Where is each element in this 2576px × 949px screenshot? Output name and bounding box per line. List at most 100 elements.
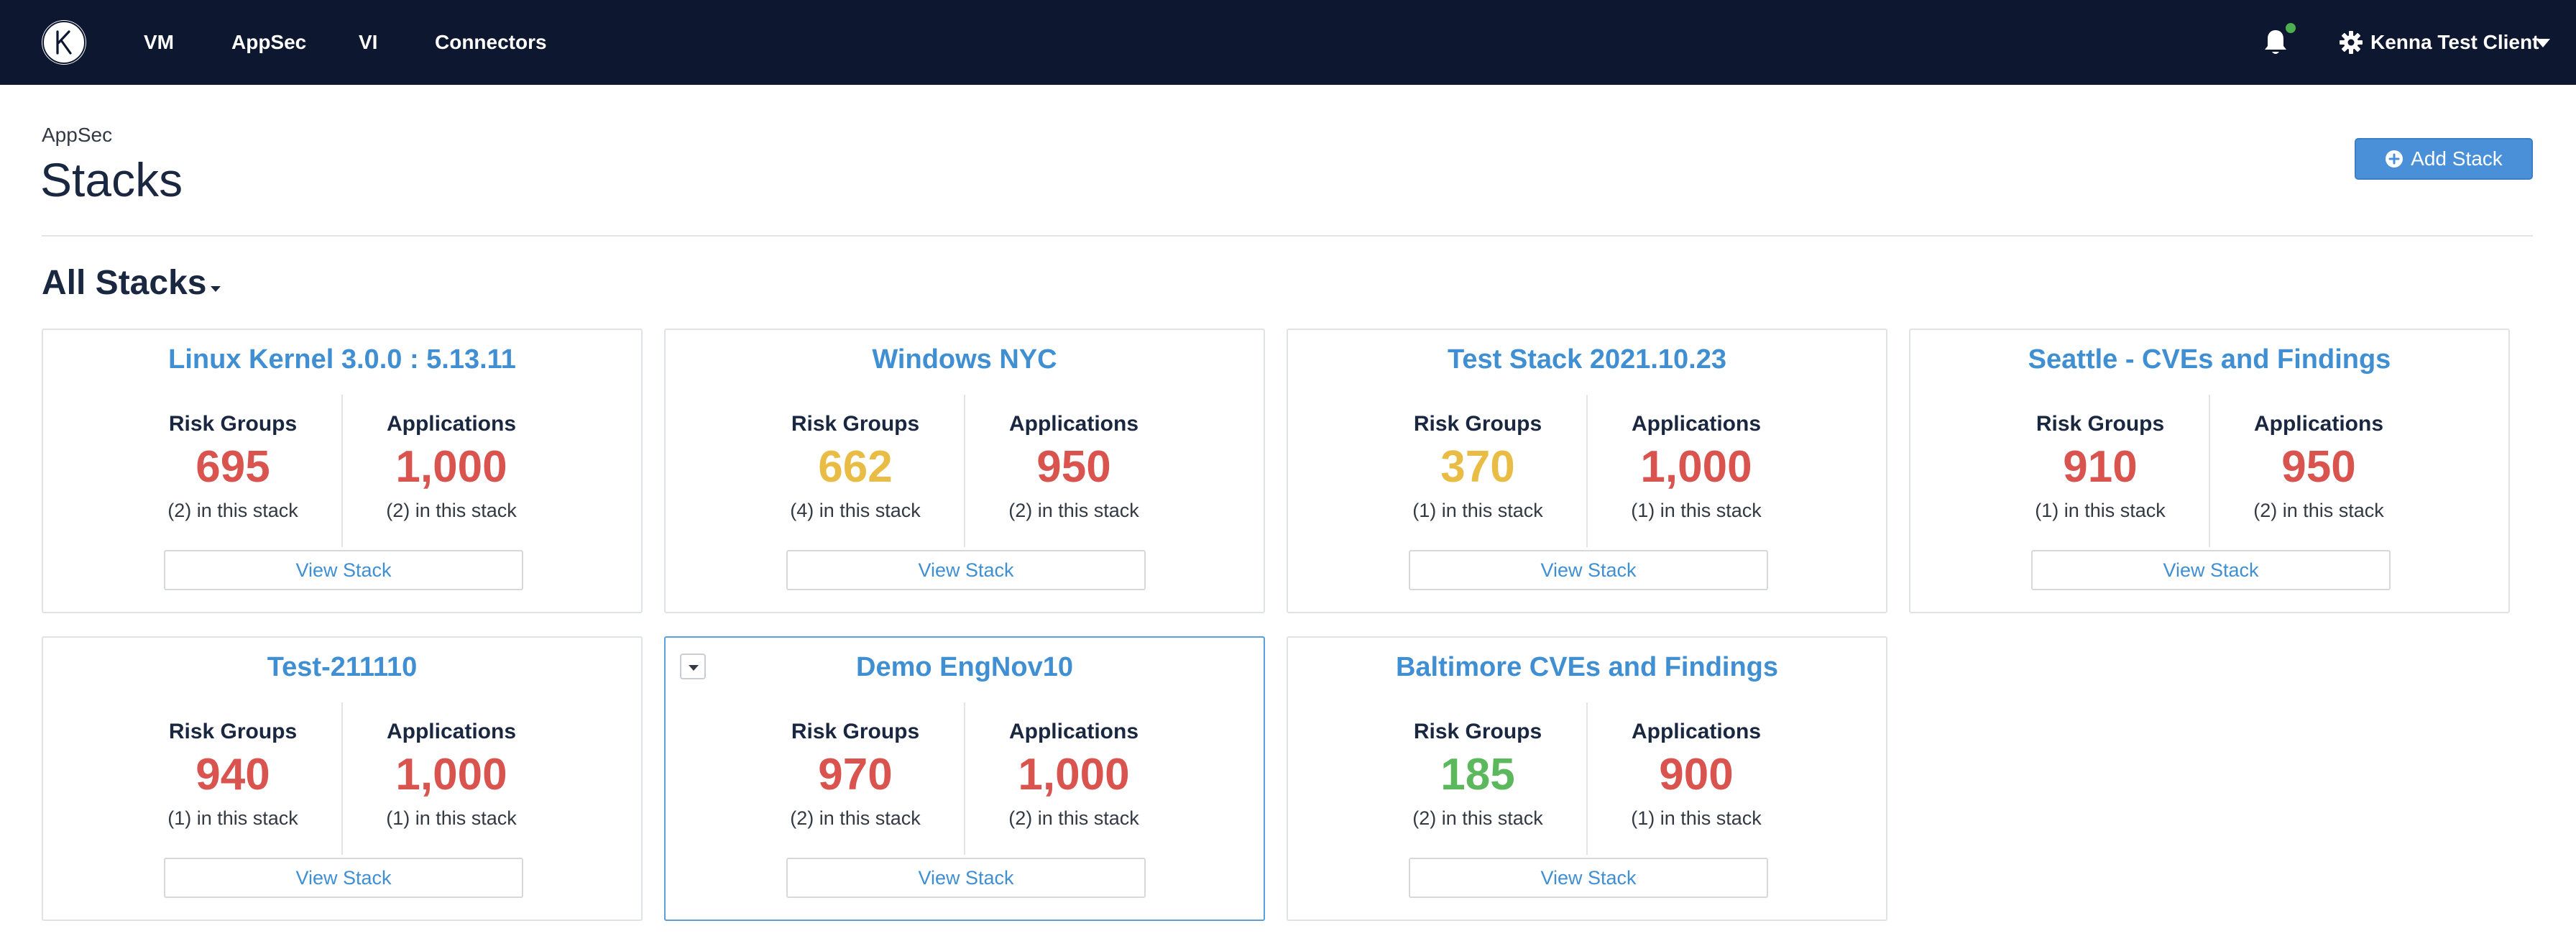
stack-card[interactable]: Seattle - CVEs and Findings Risk Groups 91… [1909,329,2510,613]
applications-label: Applications [1008,720,1138,743]
applications-metric: Applications 1,000 (1) in this stack [1588,412,1804,522]
applications-count: 1,000 [395,750,507,799]
applications-in-stack: (1) in this stack [386,807,517,829]
notification-dot [2286,23,2296,33]
client-name-menu[interactable]: Kenna Test Client [2370,0,2539,85]
risk-groups-count: 940 [196,750,270,799]
applications-metric: Applications 1,000 (1) in this stack [344,720,559,830]
risk-groups-metric: Risk Groups 695 (2) in this stack [125,412,341,522]
risk-groups-label: Risk Groups [2036,412,2165,436]
applications-metric: Applications 1,000 (2) in this stack [344,412,559,522]
stack-title[interactable]: Seattle - CVEs and Findings [1910,344,2508,375]
add-stack-button[interactable]: Add Stack [2355,138,2533,180]
applications-metric: Applications 1,000 (2) in this stack [966,720,1182,830]
applications-count: 1,000 [1018,750,1130,799]
risk-groups-count: 370 [1440,442,1515,492]
view-stack-button[interactable]: View Stack [2031,550,2391,590]
breadcrumb[interactable]: AppSec [42,124,112,147]
page-title: Stacks [40,153,183,206]
risk-groups-count: 970 [818,750,893,799]
risk-groups-count: 910 [2063,442,2138,492]
nav-item-connectors[interactable]: Connectors [435,0,547,85]
risk-groups-label: Risk Groups [791,720,920,743]
risk-groups-label: Risk Groups [1413,412,1542,436]
stack-title[interactable]: Windows NYC [666,344,1264,375]
applications-in-stack: (2) in this stack [386,500,517,521]
nav-item-appsec[interactable]: AppSec [231,0,306,85]
gear-icon[interactable] [2339,30,2363,55]
header-divider [42,235,2533,237]
risk-groups-metric: Risk Groups 662 (4) in this stack [748,412,963,522]
risk-groups-label: Risk Groups [168,720,298,743]
metric-divider [341,395,343,547]
risk-groups-metric: Risk Groups 970 (2) in this stack [748,720,963,830]
applications-count: 950 [1036,442,1111,492]
dropdown-caret-icon[interactable] [211,286,221,292]
applications-count: 900 [1659,750,1734,799]
stack-card[interactable]: Linux Kernel 3.0.0 : 5.13.11 Risk Groups 6… [42,329,643,613]
applications-label: Applications [386,412,516,436]
metric-divider [1586,702,1588,855]
applications-in-stack: (2) in this stack [1008,807,1139,829]
stack-card[interactable]: Test Stack 2021.10.23 Risk Groups 370 (1) i… [1287,329,1887,613]
view-stack-button[interactable]: View Stack [1409,858,1768,898]
view-stack-button[interactable]: View Stack [1409,550,1768,590]
applications-label: Applications [1631,720,1761,743]
risk-groups-count: 695 [196,442,270,492]
risk-groups-metric: Risk Groups 370 (1) in this stack [1370,412,1586,522]
stack-title[interactable]: Linux Kernel 3.0.0 : 5.13.11 [43,344,641,375]
risk-groups-count: 185 [1440,750,1515,799]
top-navbar: VM AppSec VI Connectors Kenna Test Clien… [0,0,2576,85]
stack-card[interactable]: Demo EngNov10 Risk Groups 970 (2) in this s… [664,636,1265,921]
stack-title[interactable]: Test Stack 2021.10.23 [1288,344,1886,375]
nav-item-vm[interactable]: VM [144,0,174,85]
metric-divider [341,702,343,855]
risk-groups-in-stack: (1) in this stack [1412,500,1543,521]
applications-count: 1,000 [1640,442,1752,492]
applications-metric: Applications 950 (2) in this stack [2211,412,2426,522]
risk-groups-metric: Risk Groups 940 (1) in this stack [125,720,341,830]
risk-groups-metric: Risk Groups 910 (1) in this stack [1992,412,2208,522]
risk-groups-in-stack: (1) in this stack [167,807,298,829]
applications-metric: Applications 950 (2) in this stack [966,412,1182,522]
view-stack-button[interactable]: View Stack [164,858,523,898]
stack-title[interactable]: Baltimore CVEs and Findings [1288,652,1886,683]
stack-card[interactable]: Baltimore CVEs and Findings Risk Groups 18… [1287,636,1887,921]
add-stack-label: Add Stack [2411,147,2503,170]
metric-divider [2209,395,2210,547]
stack-card[interactable]: Test-211110 Risk Groups 940 (1) in this sta… [42,636,643,921]
nav-item-vi[interactable]: VI [359,0,377,85]
stack-card[interactable]: Windows NYC Risk Groups 662 (4) in this sta… [664,329,1265,613]
metric-divider [964,395,965,547]
caret-down-icon[interactable] [2536,39,2550,47]
view-stack-button[interactable]: View Stack [164,550,523,590]
applications-count: 1,000 [395,442,507,492]
applications-in-stack: (1) in this stack [1631,500,1762,521]
applications-label: Applications [1631,412,1761,436]
metric-divider [1586,395,1588,547]
view-stack-button[interactable]: View Stack [786,550,1146,590]
kenna-logo-icon[interactable] [42,20,86,65]
applications-metric: Applications 900 (1) in this stack [1588,720,1804,830]
applications-in-stack: (1) in this stack [1631,807,1762,829]
risk-groups-count: 662 [818,442,893,492]
view-stack-button[interactable]: View Stack [786,858,1146,898]
risk-groups-label: Risk Groups [791,412,920,436]
applications-label: Applications [2253,412,2383,436]
risk-groups-in-stack: (1) in this stack [2035,500,2166,521]
risk-groups-in-stack: (2) in this stack [790,807,921,829]
applications-label: Applications [1008,412,1138,436]
applications-in-stack: (2) in this stack [1008,500,1139,521]
bell-icon[interactable] [2263,27,2288,56]
logo-k-glyph [42,21,86,64]
stack-title[interactable]: Test-211110 [43,652,641,683]
stacks-filter-dropdown[interactable]: All Stacks [42,263,206,303]
risk-groups-in-stack: (2) in this stack [1412,807,1543,829]
stack-title[interactable]: Demo EngNov10 [666,652,1264,683]
applications-count: 950 [2281,442,2356,492]
risk-groups-in-stack: (2) in this stack [167,500,298,521]
metric-divider [964,702,965,855]
risk-groups-in-stack: (4) in this stack [790,500,921,521]
risk-groups-label: Risk Groups [1413,720,1542,743]
risk-groups-metric: Risk Groups 185 (2) in this stack [1370,720,1586,830]
